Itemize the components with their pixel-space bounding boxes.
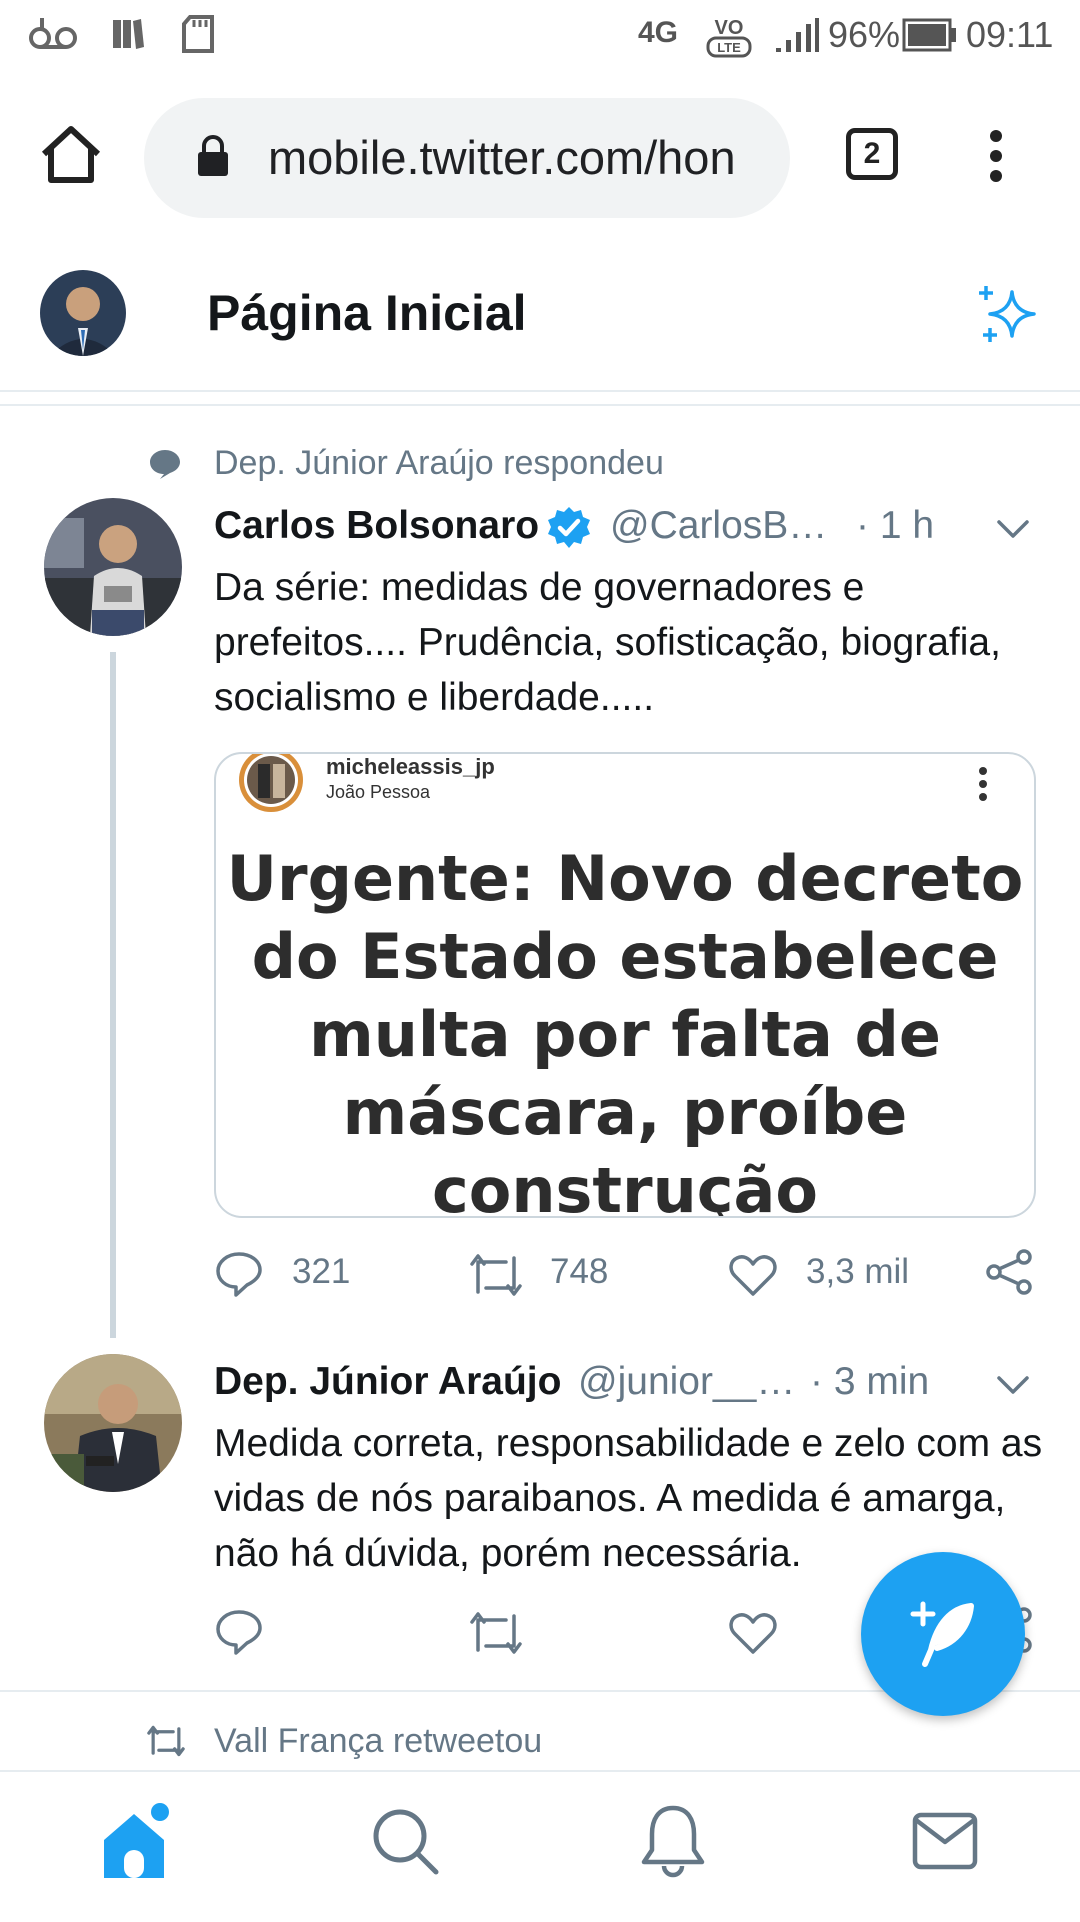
more-vert-icon[interactable] [986,128,1006,184]
media-user-avatar [236,754,306,816]
nav-search[interactable] [370,1806,440,1876]
sd-card-icon [180,14,216,54]
retweet-context-icon [146,1724,186,1758]
tweet-author-handle[interactable]: @junior__… [578,1360,795,1404]
tweet-time[interactable]: · 3 min [810,1360,929,1404]
lock-icon [196,134,230,178]
media-headline: Urgente: Novo decreto do Estado estabele… [226,842,1024,1218]
divider [0,404,1080,406]
clock: 09:11 [966,14,1054,55]
compose-tweet-button[interactable] [861,1552,1025,1716]
tweet-avatar[interactable] [44,1354,182,1492]
media-more-icon [978,766,988,802]
voicemail-icon [28,14,78,50]
reply-icon[interactable] [214,1608,264,1656]
profile-avatar[interactable] [40,270,126,356]
tweet-author-name[interactable]: Carlos Bolsonaro [214,504,539,548]
tweet-author-name[interactable]: Dep. Júnior Araújo [214,1360,561,1404]
address-bar[interactable]: mobile.twitter.com/hon [144,98,790,218]
retweet-icon[interactable] [468,1610,524,1656]
battery-percent: 96% [828,14,901,55]
compose-feather-icon [905,1596,981,1672]
battery-icon [902,18,958,52]
signal-icon [774,18,820,54]
url-text: mobile.twitter.com/hon [268,131,736,184]
media-username: micheleassis_jp [326,754,495,779]
chevron-down-icon[interactable] [996,1374,1030,1396]
retweet-context[interactable]: Vall França retweetou [214,1722,542,1761]
nav-messages[interactable] [912,1812,978,1870]
retweet-count: 748 [550,1252,609,1291]
svg-text:VO: VO [715,17,744,39]
svg-text:LTE: LTE [717,40,741,55]
network-type: 4G [638,16,679,49]
thread-line [110,652,116,1338]
home-icon[interactable] [38,122,104,188]
tweet-time[interactable]: · 1 h [856,504,934,548]
volte-icon: LTE VO [706,10,752,60]
books-icon [110,16,146,52]
retweet-icon[interactable] [468,1252,524,1298]
sparkle-icon[interactable] [976,284,1040,346]
like-icon[interactable] [728,1252,778,1298]
verified-badge-icon [546,505,592,551]
nav-notifications[interactable] [640,1804,706,1878]
chevron-down-icon[interactable] [996,518,1030,540]
reply-icon[interactable] [214,1250,264,1298]
share-icon[interactable] [984,1248,1034,1296]
tweet-text: Da série: medidas de governadores e pref… [214,566,1001,719]
tweet-avatar[interactable] [44,498,182,636]
reply-bubble-icon [148,448,182,480]
tabs-button[interactable]: 2 [846,128,898,180]
page-title: Página Inicial [207,285,527,341]
status-bar: 4G LTE VO 96% 09:11 [0,0,1080,76]
like-count: 3,3 mil [806,1252,910,1291]
media-location: João Pessoa [326,782,431,802]
like-icon[interactable] [728,1610,778,1656]
bottom-nav [0,1770,1080,1922]
tweet-media[interactable]: micheleassis_jp João Pessoa Urgente: Nov… [214,752,1036,1218]
nav-home[interactable] [100,1802,174,1882]
reply-count: 321 [292,1252,351,1291]
twitter-header: Página Inicial [0,240,1080,392]
tweet-author-handle[interactable]: @CarlosB… [610,504,827,548]
browser-toolbar: mobile.twitter.com/hon 2 [0,76,1080,242]
reply-context[interactable]: Dep. Júnior Araújo respondeu [214,444,664,483]
